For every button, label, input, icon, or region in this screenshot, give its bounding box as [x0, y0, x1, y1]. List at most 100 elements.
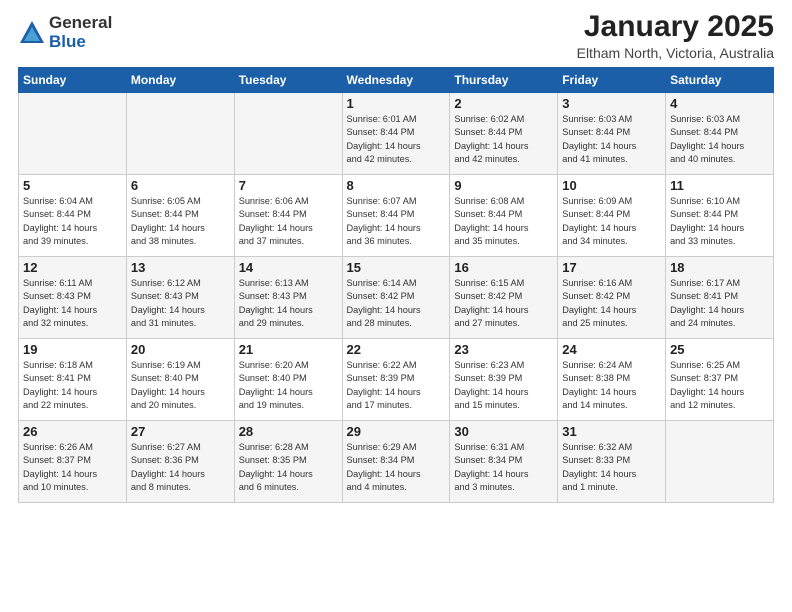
- calendar-cell-w2-d4: 16Sunrise: 6:15 AM Sunset: 8:42 PM Dayli…: [450, 257, 558, 339]
- day-info: Sunrise: 6:17 AM Sunset: 8:41 PM Dayligh…: [670, 277, 769, 330]
- day-number: 14: [239, 260, 338, 275]
- day-info: Sunrise: 6:11 AM Sunset: 8:43 PM Dayligh…: [23, 277, 122, 330]
- day-number: 29: [347, 424, 446, 439]
- col-monday: Monday: [126, 68, 234, 93]
- day-info: Sunrise: 6:28 AM Sunset: 8:35 PM Dayligh…: [239, 441, 338, 494]
- day-number: 27: [131, 424, 230, 439]
- calendar-cell-w4-d0: 26Sunrise: 6:26 AM Sunset: 8:37 PM Dayli…: [19, 421, 127, 503]
- day-info: Sunrise: 6:32 AM Sunset: 8:33 PM Dayligh…: [562, 441, 661, 494]
- calendar-cell-w3-d6: 25 Sunrise: 6:25 AM Sunset: 8:37 PM Dayli…: [666, 339, 774, 421]
- day-info: Sunrise: 6:05 AM Sunset: 8:44 PM Dayligh…: [131, 195, 230, 248]
- calendar-cell-w2-d3: 15 Sunrise: 6:14 AM Sunset: 8:42 PM Dayli…: [342, 257, 450, 339]
- logo-general: General: [49, 14, 112, 33]
- day-info: Sunrise: 6:14 AM Sunset: 8:42 PM Dayligh…: [347, 277, 446, 330]
- month-title: January 2025: [577, 10, 774, 43]
- day-number: 26: [23, 424, 122, 439]
- calendar-cell-w4-d6: [666, 421, 774, 503]
- calendar-cell-w3-d2: 21 Sunrise: 6:20 AM Sunset: 8:40 PM Dayli…: [234, 339, 342, 421]
- calendar-cell-w3-d0: 19 Sunrise: 6:18 AM Sunset: 8:41 PM Dayli…: [19, 339, 127, 421]
- day-info: Sunrise: 6:06 AM Sunset: 8:44 PM Dayligh…: [239, 195, 338, 248]
- header-row: Sunday Monday Tuesday Wednesday Thursday…: [19, 68, 774, 93]
- day-info: Sunrise: 6:08 AM Sunset: 8:44 PM Dayligh…: [454, 195, 553, 248]
- page: General Blue January 2025 Eltham North, …: [0, 0, 792, 612]
- day-number: 15: [347, 260, 446, 275]
- day-number: 16: [454, 260, 553, 275]
- calendar-week-2: 12 Sunrise: 6:11 AM Sunset: 8:43 PM Dayli…: [19, 257, 774, 339]
- logo-icon: [18, 19, 46, 47]
- day-number: 9: [454, 178, 553, 193]
- day-number: 22: [347, 342, 446, 357]
- calendar-cell-w1-d3: 8 Sunrise: 6:07 AM Sunset: 8:44 PM Daylig…: [342, 175, 450, 257]
- day-info: Sunrise: 6:27 AM Sunset: 8:36 PM Dayligh…: [131, 441, 230, 494]
- day-info: Sunrise: 6:01 AM Sunset: 8:44 PM Dayligh…: [347, 113, 446, 166]
- calendar-week-4: 26Sunrise: 6:26 AM Sunset: 8:37 PM Dayli…: [19, 421, 774, 503]
- calendar-cell-w0-d1: [126, 93, 234, 175]
- col-thursday: Thursday: [450, 68, 558, 93]
- day-info: Sunrise: 6:23 AM Sunset: 8:39 PM Dayligh…: [454, 359, 553, 412]
- calendar-cell-w4-d2: 28 Sunrise: 6:28 AM Sunset: 8:35 PM Dayli…: [234, 421, 342, 503]
- day-info: Sunrise: 6:29 AM Sunset: 8:34 PM Dayligh…: [347, 441, 446, 494]
- calendar-cell-w1-d0: 5 Sunrise: 6:04 AM Sunset: 8:44 PM Daylig…: [19, 175, 127, 257]
- day-number: 31: [562, 424, 661, 439]
- day-number: 1: [347, 96, 446, 111]
- calendar-cell-w4-d5: 31 Sunrise: 6:32 AM Sunset: 8:33 PM Dayli…: [558, 421, 666, 503]
- day-number: 21: [239, 342, 338, 357]
- calendar-cell-w3-d5: 24Sunrise: 6:24 AM Sunset: 8:38 PM Dayli…: [558, 339, 666, 421]
- day-number: 6: [131, 178, 230, 193]
- title-block: January 2025 Eltham North, Victoria, Aus…: [577, 10, 774, 61]
- day-number: 17: [562, 260, 661, 275]
- day-number: 2: [454, 96, 553, 111]
- day-number: 18: [670, 260, 769, 275]
- day-info: Sunrise: 6:02 AM Sunset: 8:44 PM Dayligh…: [454, 113, 553, 166]
- col-wednesday: Wednesday: [342, 68, 450, 93]
- day-info: Sunrise: 6:03 AM Sunset: 8:44 PM Dayligh…: [562, 113, 661, 166]
- day-number: 20: [131, 342, 230, 357]
- day-info: Sunrise: 6:12 AM Sunset: 8:43 PM Dayligh…: [131, 277, 230, 330]
- day-info: Sunrise: 6:04 AM Sunset: 8:44 PM Dayligh…: [23, 195, 122, 248]
- col-friday: Friday: [558, 68, 666, 93]
- day-info: Sunrise: 6:31 AM Sunset: 8:34 PM Dayligh…: [454, 441, 553, 494]
- day-info: Sunrise: 6:09 AM Sunset: 8:44 PM Dayligh…: [562, 195, 661, 248]
- day-number: 4: [670, 96, 769, 111]
- calendar-cell-w0-d6: 4Sunrise: 6:03 AM Sunset: 8:44 PM Daylig…: [666, 93, 774, 175]
- calendar-table: Sunday Monday Tuesday Wednesday Thursday…: [18, 67, 774, 503]
- day-number: 7: [239, 178, 338, 193]
- day-number: 25: [670, 342, 769, 357]
- day-number: 12: [23, 260, 122, 275]
- day-number: 13: [131, 260, 230, 275]
- calendar-cell-w1-d4: 9 Sunrise: 6:08 AM Sunset: 8:44 PM Daylig…: [450, 175, 558, 257]
- logo: General Blue: [18, 14, 112, 51]
- calendar-cell-w4-d4: 30 Sunrise: 6:31 AM Sunset: 8:34 PM Dayli…: [450, 421, 558, 503]
- day-info: Sunrise: 6:25 AM Sunset: 8:37 PM Dayligh…: [670, 359, 769, 412]
- day-number: 28: [239, 424, 338, 439]
- day-info: Sunrise: 6:24 AM Sunset: 8:38 PM Dayligh…: [562, 359, 661, 412]
- col-saturday: Saturday: [666, 68, 774, 93]
- day-info: Sunrise: 6:18 AM Sunset: 8:41 PM Dayligh…: [23, 359, 122, 412]
- day-number: 11: [670, 178, 769, 193]
- calendar-week-0: 1 Sunrise: 6:01 AM Sunset: 8:44 PM Daylig…: [19, 93, 774, 175]
- calendar-cell-w0-d4: 2 Sunrise: 6:02 AM Sunset: 8:44 PM Daylig…: [450, 93, 558, 175]
- calendar-cell-w2-d6: 18 Sunrise: 6:17 AM Sunset: 8:41 PM Dayli…: [666, 257, 774, 339]
- logo-text: General Blue: [49, 14, 112, 51]
- day-info: Sunrise: 6:20 AM Sunset: 8:40 PM Dayligh…: [239, 359, 338, 412]
- calendar-cell-w0-d0: [19, 93, 127, 175]
- day-number: 10: [562, 178, 661, 193]
- location-title: Eltham North, Victoria, Australia: [577, 45, 774, 61]
- day-info: Sunrise: 6:19 AM Sunset: 8:40 PM Dayligh…: [131, 359, 230, 412]
- calendar-cell-w3-d3: 22 Sunrise: 6:22 AM Sunset: 8:39 PM Dayli…: [342, 339, 450, 421]
- calendar-body: 1 Sunrise: 6:01 AM Sunset: 8:44 PM Daylig…: [19, 93, 774, 503]
- day-number: 5: [23, 178, 122, 193]
- calendar-cell-w4-d3: 29 Sunrise: 6:29 AM Sunset: 8:34 PM Dayli…: [342, 421, 450, 503]
- calendar-cell-w3-d4: 23 Sunrise: 6:23 AM Sunset: 8:39 PM Dayli…: [450, 339, 558, 421]
- calendar-cell-w3-d1: 20 Sunrise: 6:19 AM Sunset: 8:40 PM Dayli…: [126, 339, 234, 421]
- day-info: Sunrise: 6:07 AM Sunset: 8:44 PM Dayligh…: [347, 195, 446, 248]
- day-info: Sunrise: 6:22 AM Sunset: 8:39 PM Dayligh…: [347, 359, 446, 412]
- day-number: 19: [23, 342, 122, 357]
- col-tuesday: Tuesday: [234, 68, 342, 93]
- calendar-cell-w1-d6: 11Sunrise: 6:10 AM Sunset: 8:44 PM Dayli…: [666, 175, 774, 257]
- calendar-cell-w0-d3: 1 Sunrise: 6:01 AM Sunset: 8:44 PM Daylig…: [342, 93, 450, 175]
- day-number: 30: [454, 424, 553, 439]
- calendar-cell-w1-d5: 10 Sunrise: 6:09 AM Sunset: 8:44 PM Dayli…: [558, 175, 666, 257]
- day-number: 8: [347, 178, 446, 193]
- day-number: 23: [454, 342, 553, 357]
